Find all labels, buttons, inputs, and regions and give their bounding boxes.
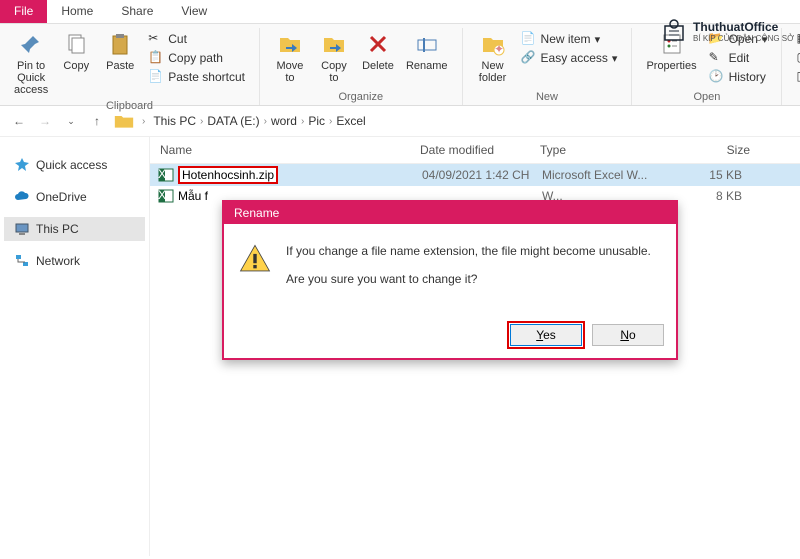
tab-file[interactable]: File xyxy=(0,0,47,23)
file-size: 15 KB xyxy=(672,168,752,182)
svg-text:X: X xyxy=(158,167,166,181)
select-all-button[interactable]: ▦Select all xyxy=(794,30,800,48)
easy-access-icon: 🔗 xyxy=(521,50,537,66)
select-none-icon: ▢ xyxy=(796,50,800,66)
file-date: 04/09/2021 1:42 CH xyxy=(422,168,542,182)
edit-button[interactable]: ✎Edit xyxy=(707,49,770,67)
invert-icon: ◫ xyxy=(796,69,800,85)
file-size: 8 KB xyxy=(672,189,752,203)
rename-icon xyxy=(413,30,441,58)
file-type: Microsoft Excel W... xyxy=(542,168,672,182)
copy-path-icon: 📋 xyxy=(148,50,164,66)
warning-icon xyxy=(238,242,272,276)
watermark: ThuthuatOffice BÍ KÍP CỦA DÂN CÔNG SỞ xyxy=(659,16,794,46)
paste-shortcut-button[interactable]: 📄Paste shortcut xyxy=(146,68,247,86)
ribbon-group-clipboard: Pin to Quick access Copy Paste ✂Cut 📋Cop… xyxy=(0,28,260,105)
file-row[interactable]: X Hotenhocsinh.zip 04/09/2021 1:42 CH Mi… xyxy=(150,164,800,186)
breadcrumb-item[interactable]: word xyxy=(271,114,297,128)
ribbon-label-organize: Organize xyxy=(338,89,383,105)
select-all-icon: ▦ xyxy=(796,31,800,47)
yes-label: es xyxy=(543,328,556,342)
ribbon-label-new: New xyxy=(536,89,558,105)
sidebar-item-network[interactable]: Network xyxy=(4,249,145,273)
copy-to-button[interactable]: Copy to xyxy=(312,28,356,86)
cut-button[interactable]: ✂Cut xyxy=(146,30,247,48)
rename-dialog: Rename If you change a file name extensi… xyxy=(222,200,678,360)
sidebar: Quick access OneDrive This PC Network xyxy=(0,137,150,556)
paste-button[interactable]: Paste xyxy=(98,28,142,74)
up-button[interactable]: ↑ xyxy=(88,112,106,130)
rename-input[interactable]: Hotenhocsinh.zip xyxy=(178,166,278,184)
tab-home[interactable]: Home xyxy=(47,0,107,23)
paste-shortcut-icon: 📄 xyxy=(148,69,164,85)
new-folder-icon: ✦ xyxy=(479,30,507,58)
recent-locations-button[interactable]: ⌄ xyxy=(62,112,80,130)
folder-icon xyxy=(114,112,134,130)
edit-icon: ✎ xyxy=(709,50,725,66)
breadcrumb-item[interactable]: This PC xyxy=(153,114,196,128)
select-none-button[interactable]: ▢Select none xyxy=(794,49,800,67)
pin-quick-access-button[interactable]: Pin to Quick access xyxy=(8,28,54,98)
sidebar-item-this-pc[interactable]: This PC xyxy=(4,217,145,241)
breadcrumb-item[interactable]: DATA (E:) xyxy=(207,114,259,128)
new-item-button[interactable]: 📄New item ▾ xyxy=(519,30,620,48)
watermark-icon xyxy=(659,16,689,46)
move-to-icon xyxy=(276,30,304,58)
network-icon xyxy=(14,253,30,269)
no-button[interactable]: No xyxy=(592,324,664,346)
col-type[interactable]: Type xyxy=(540,143,670,157)
cut-icon: ✂ xyxy=(148,31,164,47)
sidebar-item-onedrive[interactable]: OneDrive xyxy=(4,185,145,209)
new-folder-button[interactable]: ✦ New folder xyxy=(471,28,515,86)
breadcrumb: This PC› DATA (E:)› word› Pic› Excel xyxy=(153,114,365,128)
delete-icon xyxy=(364,30,392,58)
no-label: o xyxy=(629,328,636,342)
ribbon-group-organize: Move to Copy to Delete Rename Organize xyxy=(260,28,463,105)
invert-selection-button[interactable]: ◫Invert selection xyxy=(794,68,800,86)
svg-text:X: X xyxy=(158,188,166,202)
history-button[interactable]: 🕑History xyxy=(707,68,770,86)
col-size[interactable]: Size xyxy=(670,143,750,157)
pin-icon xyxy=(17,30,45,58)
dialog-text: If you change a file name extension, the… xyxy=(286,242,651,298)
tab-view[interactable]: View xyxy=(167,0,221,23)
rename-button[interactable]: Rename xyxy=(400,28,454,74)
forward-button[interactable]: → xyxy=(36,112,54,130)
sidebar-item-quick-access[interactable]: Quick access xyxy=(4,153,145,177)
excel-icon: X xyxy=(158,167,174,183)
tab-share[interactable]: Share xyxy=(107,0,167,23)
star-icon xyxy=(14,157,30,173)
breadcrumb-item[interactable]: Excel xyxy=(336,114,365,128)
copy-icon xyxy=(62,30,90,58)
delete-button[interactable]: Delete xyxy=(356,28,400,74)
col-name[interactable]: Name xyxy=(150,143,420,157)
ribbon-label-open: Open xyxy=(693,89,720,105)
pc-icon xyxy=(14,221,30,237)
cloud-icon xyxy=(14,189,30,205)
back-button[interactable]: ← xyxy=(10,112,28,130)
dialog-title: Rename xyxy=(224,202,676,224)
copy-to-icon xyxy=(320,30,348,58)
new-item-icon: 📄 xyxy=(521,31,537,47)
copy-path-button[interactable]: 📋Copy path xyxy=(146,49,247,67)
easy-access-button[interactable]: 🔗Easy access ▾ xyxy=(519,49,620,67)
ribbon-group-new: ✦ New folder 📄New item ▾ 🔗Easy access ▾ … xyxy=(463,28,633,105)
svg-text:✦: ✦ xyxy=(494,42,504,56)
yes-button[interactable]: Yes xyxy=(510,324,582,346)
copy-button[interactable]: Copy xyxy=(54,28,98,74)
col-date[interactable]: Date modified xyxy=(420,143,540,157)
history-icon: 🕑 xyxy=(709,69,725,85)
column-headers: Name Date modified Type Size xyxy=(150,137,800,164)
breadcrumb-item[interactable]: Pic xyxy=(308,114,325,128)
move-to-button[interactable]: Move to xyxy=(268,28,312,86)
excel-icon: X xyxy=(158,188,174,204)
paste-icon xyxy=(106,30,134,58)
